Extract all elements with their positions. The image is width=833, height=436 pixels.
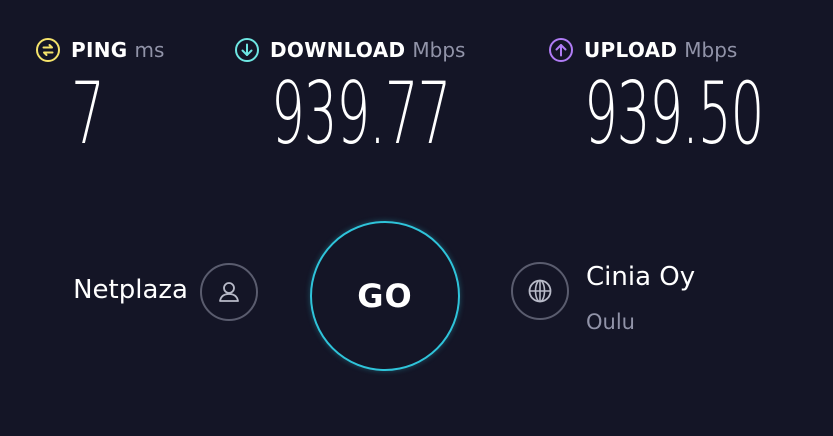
go-button[interactable]: GO (310, 221, 460, 371)
download-metric: DOWNLOAD Mbps 939.77 (234, 36, 465, 164)
isp-name: Netplaza (73, 275, 188, 305)
upload-arrow-icon (548, 37, 574, 63)
server-name[interactable]: Cinia Oy (586, 262, 695, 292)
download-arrow-icon (234, 37, 260, 63)
globe-icon[interactable] (511, 262, 569, 320)
upload-metric: UPLOAD Mbps 939.50 (548, 36, 764, 164)
download-unit: Mbps (412, 38, 466, 62)
server-location: Oulu (586, 310, 635, 334)
upload-label: UPLOAD (584, 38, 678, 62)
ping-header: PING ms (35, 36, 164, 64)
upload-value: 939.50 (584, 64, 764, 164)
download-label: DOWNLOAD (270, 38, 406, 62)
download-header: DOWNLOAD Mbps (234, 36, 465, 64)
upload-unit: Mbps (684, 38, 738, 62)
user-icon[interactable] (200, 263, 258, 321)
download-value: 939.77 (271, 64, 451, 164)
upload-header: UPLOAD Mbps (548, 36, 737, 64)
ping-metric: PING ms 7 (35, 36, 164, 164)
ping-icon (35, 37, 61, 63)
ping-unit: ms (134, 38, 165, 62)
ping-value: 7 (71, 64, 105, 164)
ping-label: PING (71, 38, 128, 62)
